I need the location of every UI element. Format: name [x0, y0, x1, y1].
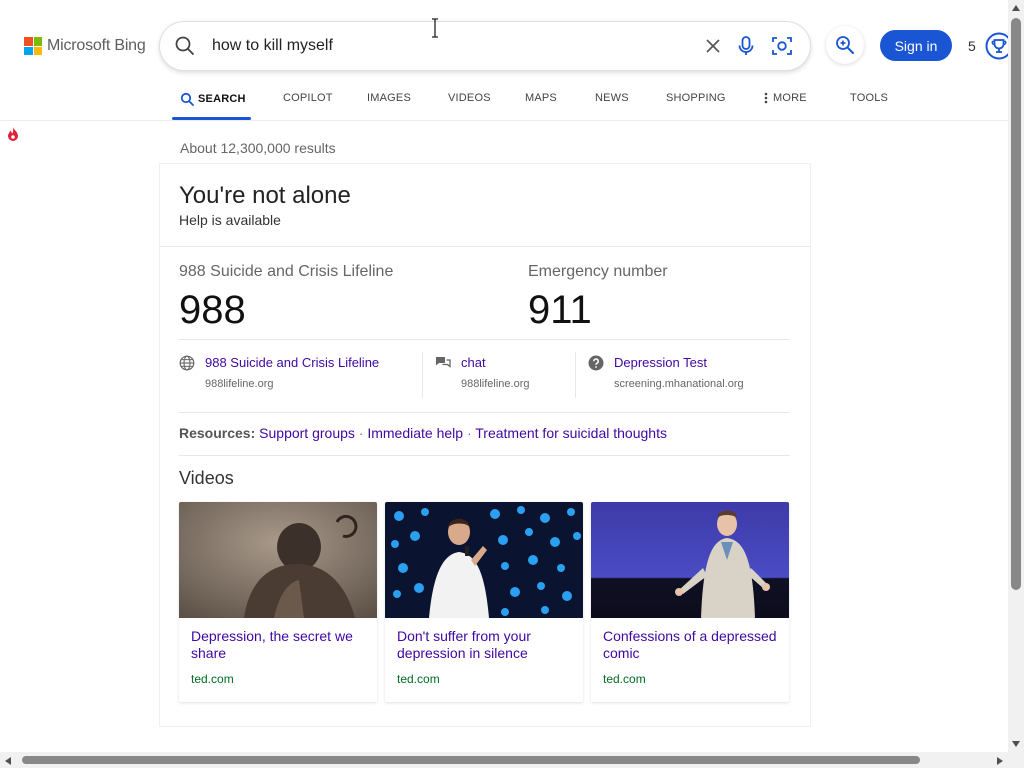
lifeline-number[interactable]: 988 — [179, 288, 246, 333]
divider — [422, 352, 423, 398]
tab-label: MAPS — [525, 92, 557, 104]
video-title[interactable]: Confessions of a depressed comic — [603, 628, 779, 662]
text-cursor-icon — [432, 18, 438, 38]
microphone-icon[interactable] — [735, 34, 757, 58]
tab-maps[interactable]: MAPS — [525, 92, 557, 104]
card-subtitle: Help is available — [179, 212, 281, 228]
chat-icon — [436, 357, 451, 368]
horizontal-scrollbar[interactable] — [0, 752, 1024, 768]
more-vertical-icon — [764, 92, 768, 104]
separator-dot: · — [463, 425, 476, 441]
contact-title[interactable]: Depression Test — [614, 355, 707, 370]
vertical-scroll-thumb[interactable] — [1011, 18, 1021, 590]
resource-link-immediate-help[interactable]: Immediate help — [367, 425, 463, 441]
logo-text: Microsoft Bing — [47, 37, 146, 54]
globe-icon — [179, 355, 195, 371]
tab-label: VIDEOS — [448, 92, 491, 104]
tab-label: IMAGES — [367, 92, 411, 104]
divider — [160, 246, 810, 247]
search-box — [160, 22, 810, 70]
tab-label: NEWS — [595, 92, 629, 104]
video-title[interactable]: Depression, the secret we share — [191, 628, 367, 662]
scroll-right-arrow-icon[interactable] — [996, 756, 1004, 766]
visual-search-icon[interactable] — [770, 34, 794, 58]
divider — [179, 339, 790, 340]
tab-news[interactable]: NEWS — [595, 92, 629, 104]
microsoft-logo-icon — [24, 37, 42, 55]
search-icon[interactable] — [173, 34, 197, 58]
video-card[interactable]: Confessions of a depressed comic ted.com — [591, 502, 789, 702]
scroll-down-arrow-icon[interactable] — [1011, 740, 1021, 748]
tab-label: MORE — [773, 92, 807, 104]
emergency-label: Emergency number — [528, 263, 668, 280]
crisis-help-card: You're not alone Help is available 988 S… — [160, 164, 810, 726]
video-card[interactable]: Depression, the secret we share ted.com — [179, 502, 377, 702]
divider — [179, 455, 790, 456]
active-tab-indicator — [172, 117, 251, 120]
vertical-scrollbar[interactable] — [1008, 0, 1024, 752]
scroll-left-arrow-icon[interactable] — [4, 756, 12, 766]
sign-in-button[interactable]: Sign in — [880, 30, 952, 61]
video-source: ted.com — [191, 672, 234, 686]
scope-nav: SEARCH COPILOT IMAGES VIDEOS MAPS NEWS S… — [0, 82, 1008, 121]
separator-dot: · — [354, 425, 368, 441]
tab-shopping[interactable]: SHOPPING — [666, 92, 726, 104]
video-source: ted.com — [397, 672, 440, 686]
video-thumbnail[interactable] — [591, 502, 789, 618]
tab-label: TOOLS — [850, 92, 889, 104]
rewards-count[interactable]: 5 — [968, 38, 976, 54]
video-title[interactable]: Don't suffer from your depression in sil… — [397, 628, 573, 662]
card-title: You're not alone — [179, 182, 351, 209]
horizontal-scroll-thumb[interactable] — [22, 756, 920, 764]
copilot-search-button[interactable] — [826, 26, 864, 64]
question-icon — [588, 355, 604, 371]
divider — [575, 352, 576, 398]
resources-label: Resources: — [179, 425, 256, 441]
resources-row: Resources: Support groups · Immediate he… — [179, 425, 667, 441]
bing-logo[interactable]: Microsoft Bing — [24, 37, 146, 55]
results-count: About 12,300,000 results — [180, 140, 336, 156]
resource-link-support-groups[interactable]: Support groups — [259, 425, 355, 441]
tab-copilot[interactable]: COPILOT — [283, 92, 333, 104]
resource-link-treatment[interactable]: Treatment for suicidal thoughts — [475, 425, 667, 441]
contact-url: screening.mhanational.org — [614, 378, 744, 390]
videos-heading: Videos — [179, 468, 234, 488]
tab-label: SEARCH — [198, 93, 246, 105]
lifeline-label: 988 Suicide and Crisis Lifeline — [179, 263, 394, 280]
search-icon — [180, 92, 194, 106]
contact-title[interactable]: 988 Suicide and Crisis Lifeline — [205, 355, 379, 370]
tab-images[interactable]: IMAGES — [367, 92, 411, 104]
contact-title[interactable]: chat — [461, 355, 486, 370]
scroll-up-arrow-icon[interactable] — [1011, 4, 1021, 12]
tab-tools[interactable]: TOOLS — [850, 92, 888, 104]
copilot-search-icon — [836, 36, 854, 54]
emergency-number[interactable]: 911 — [528, 288, 592, 333]
video-source: ted.com — [603, 672, 646, 686]
tab-search[interactable]: SEARCH — [180, 92, 246, 106]
contact-url: 988lifeline.org — [461, 378, 530, 390]
video-thumbnail[interactable] — [385, 502, 583, 618]
tab-label: SHOPPING — [666, 92, 726, 104]
tab-label: COPILOT — [283, 92, 333, 104]
fire-icon[interactable] — [6, 126, 20, 142]
tab-more[interactable]: MORE — [763, 92, 807, 104]
tab-videos[interactable]: VIDEOS — [448, 92, 491, 104]
contact-url: 988lifeline.org — [205, 378, 274, 390]
video-card[interactable]: Don't suffer from your depression in sil… — [385, 502, 583, 702]
video-thumbnail[interactable] — [179, 502, 377, 618]
clear-icon[interactable] — [702, 34, 724, 58]
divider — [179, 412, 790, 413]
